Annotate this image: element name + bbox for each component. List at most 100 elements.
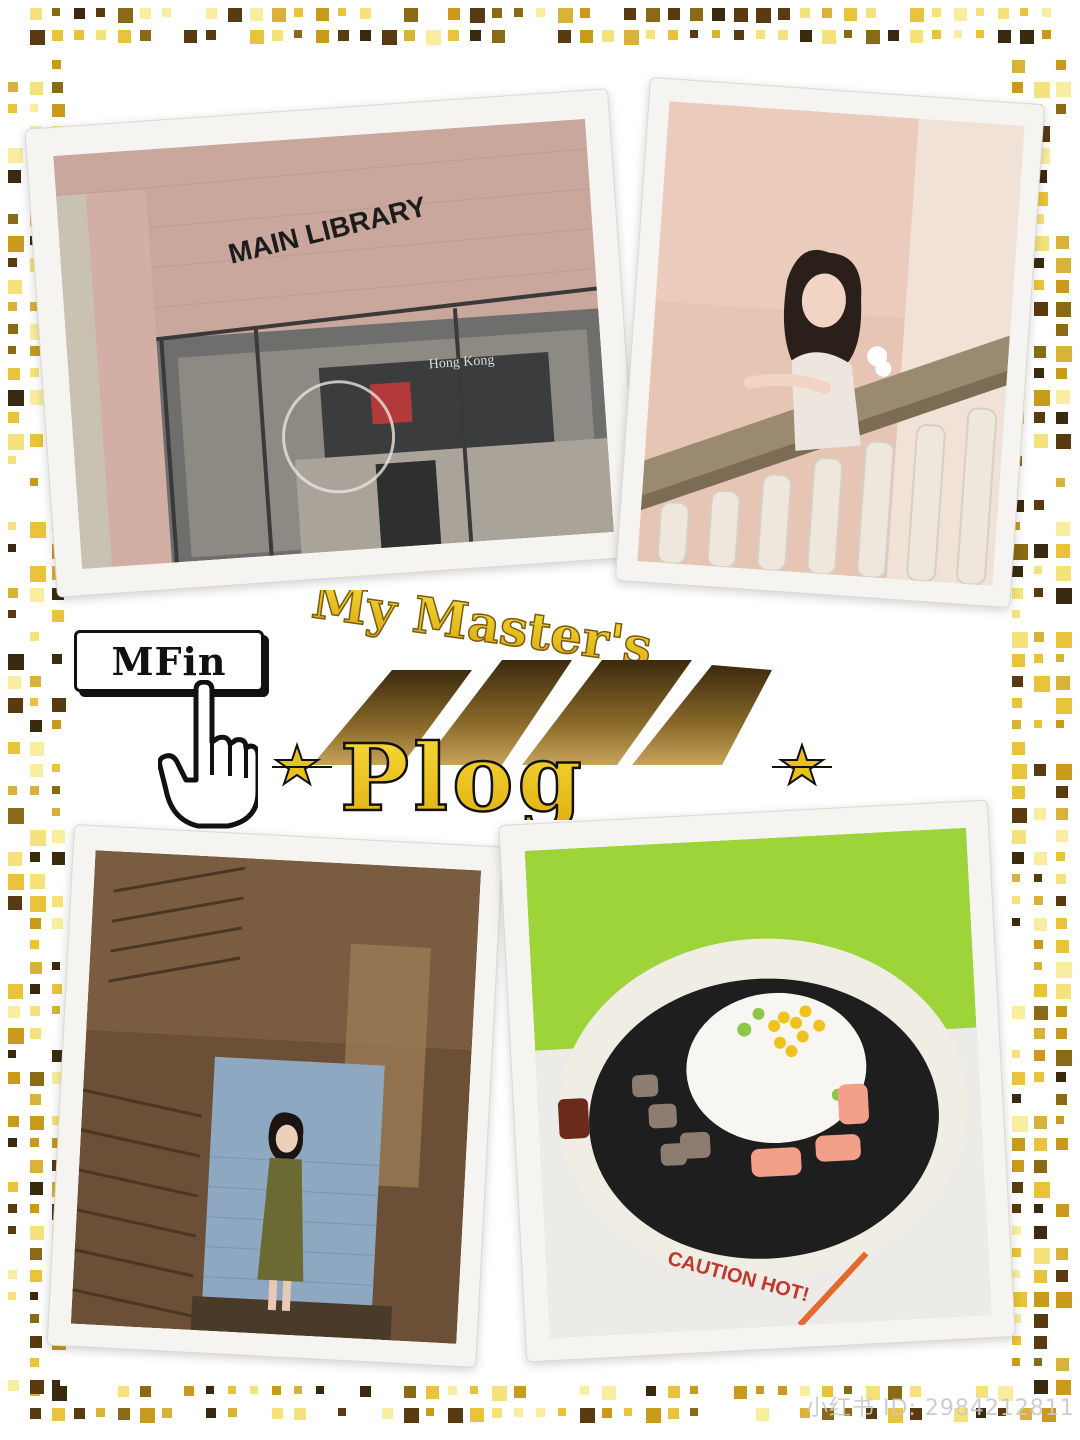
mosaic-square <box>1056 280 1069 293</box>
mosaic-square <box>8 258 17 267</box>
mosaic-square <box>140 1408 155 1423</box>
mosaic-square <box>8 434 24 450</box>
mosaic-square <box>52 1380 60 1388</box>
mosaic-square <box>734 8 748 22</box>
mosaic-square <box>74 30 84 40</box>
mosaic-square <box>30 742 44 756</box>
mosaic-square <box>8 544 16 552</box>
mosaic-square <box>316 1386 324 1394</box>
mosaic-square <box>30 632 39 641</box>
mosaic-square <box>1012 1094 1021 1103</box>
mosaic-square <box>206 30 216 40</box>
mosaic-square <box>1012 1204 1021 1213</box>
mosaic-square <box>30 984 40 994</box>
mosaic-square <box>1056 1270 1068 1282</box>
mosaic-square <box>1034 984 1047 997</box>
mosaic-square <box>118 8 133 23</box>
mosaic-square <box>1034 1072 1044 1082</box>
mosaic-square <box>30 82 43 95</box>
mosaic-square <box>668 30 678 40</box>
mosaic-square <box>426 1386 439 1399</box>
mosaic-square <box>690 30 698 38</box>
mosaic-square <box>954 30 962 38</box>
mosaic-square <box>30 896 46 912</box>
mosaic-square <box>1034 1204 1043 1213</box>
mosaic-square <box>338 30 349 41</box>
mosaic-square <box>118 1386 129 1397</box>
photo-frame-food: CAUTION HOT! <box>498 799 1016 1363</box>
mosaic-square <box>382 1408 393 1419</box>
mosaic-square <box>228 1408 237 1417</box>
mosaic-square <box>624 1408 632 1416</box>
mosaic-square <box>1056 786 1068 798</box>
mosaic-square <box>448 8 460 20</box>
mosaic-square <box>118 1408 130 1420</box>
mosaic-square <box>8 1292 16 1300</box>
mosaic-square <box>8 1006 20 1018</box>
mosaic-square <box>30 1028 41 1039</box>
mosaic-square <box>1056 390 1070 404</box>
mosaic-square <box>1056 1072 1066 1082</box>
mosaic-square <box>30 698 38 706</box>
mosaic-square <box>8 874 24 890</box>
photo-railing <box>637 101 1025 586</box>
mosaic-square <box>844 8 857 21</box>
mosaic-square <box>8 786 17 795</box>
mosaic-square <box>1034 1270 1047 1283</box>
mosaic-square <box>1012 830 1026 844</box>
mosaic-square <box>360 30 371 41</box>
mosaic-square <box>1034 236 1049 251</box>
mosaic-square <box>1056 918 1067 929</box>
mosaic-square <box>1034 1138 1047 1151</box>
mosaic-square <box>30 1006 40 1016</box>
mosaic-square <box>1034 1336 1047 1349</box>
mosaic-square <box>426 30 441 45</box>
watermark: 小红书 ID: 2984212811 <box>806 1396 1075 1421</box>
mosaic-square <box>492 1386 507 1401</box>
mosaic-square <box>30 720 42 732</box>
mosaic-square <box>52 852 65 865</box>
mosaic-square <box>316 30 329 43</box>
mosaic-square <box>910 30 923 43</box>
mosaic-square <box>998 8 1009 19</box>
mosaic-square <box>1012 1226 1021 1235</box>
mosaic-square <box>8 346 16 354</box>
mosaic-square <box>1056 588 1072 604</box>
mosaic-square <box>1020 8 1028 16</box>
mosaic-square <box>30 940 39 949</box>
mosaic-square <box>52 830 65 843</box>
mosaic-square <box>448 1386 457 1395</box>
mosaic-square <box>52 654 62 664</box>
mosaic-square <box>30 1336 42 1348</box>
mosaic-square <box>1012 1006 1025 1019</box>
mosaic-square <box>1034 412 1045 423</box>
mosaic-square <box>1056 324 1068 336</box>
mosaic-square <box>668 8 680 20</box>
mosaic-square <box>52 720 61 729</box>
mosaic-square <box>8 698 23 713</box>
mosaic-square <box>228 8 242 22</box>
mosaic-square <box>8 1028 24 1044</box>
mosaic-square <box>52 764 60 772</box>
mosaic-square <box>1012 742 1025 755</box>
mosaic-square <box>1012 1050 1020 1058</box>
mosaic-square <box>448 30 459 41</box>
mosaic-square <box>294 8 303 17</box>
mosaic-square <box>8 324 18 334</box>
mosaic-square <box>1056 1138 1068 1150</box>
mosaic-square <box>8 522 16 530</box>
mosaic-square <box>8 368 20 380</box>
mosaic-square <box>8 104 17 113</box>
mosaic-square <box>228 1386 236 1394</box>
mosaic-square <box>1056 852 1065 861</box>
mosaic-square <box>866 8 876 18</box>
mosaic-square <box>1034 544 1048 558</box>
photo-stairwell <box>70 850 482 1344</box>
mosaic-square <box>30 874 45 889</box>
mosaic-square <box>514 1408 523 1417</box>
mosaic-square <box>1056 830 1068 842</box>
mosaic-square <box>206 8 217 19</box>
mosaic-square <box>30 104 38 112</box>
mosaic-square <box>1056 566 1071 581</box>
mosaic-square <box>206 1408 216 1418</box>
